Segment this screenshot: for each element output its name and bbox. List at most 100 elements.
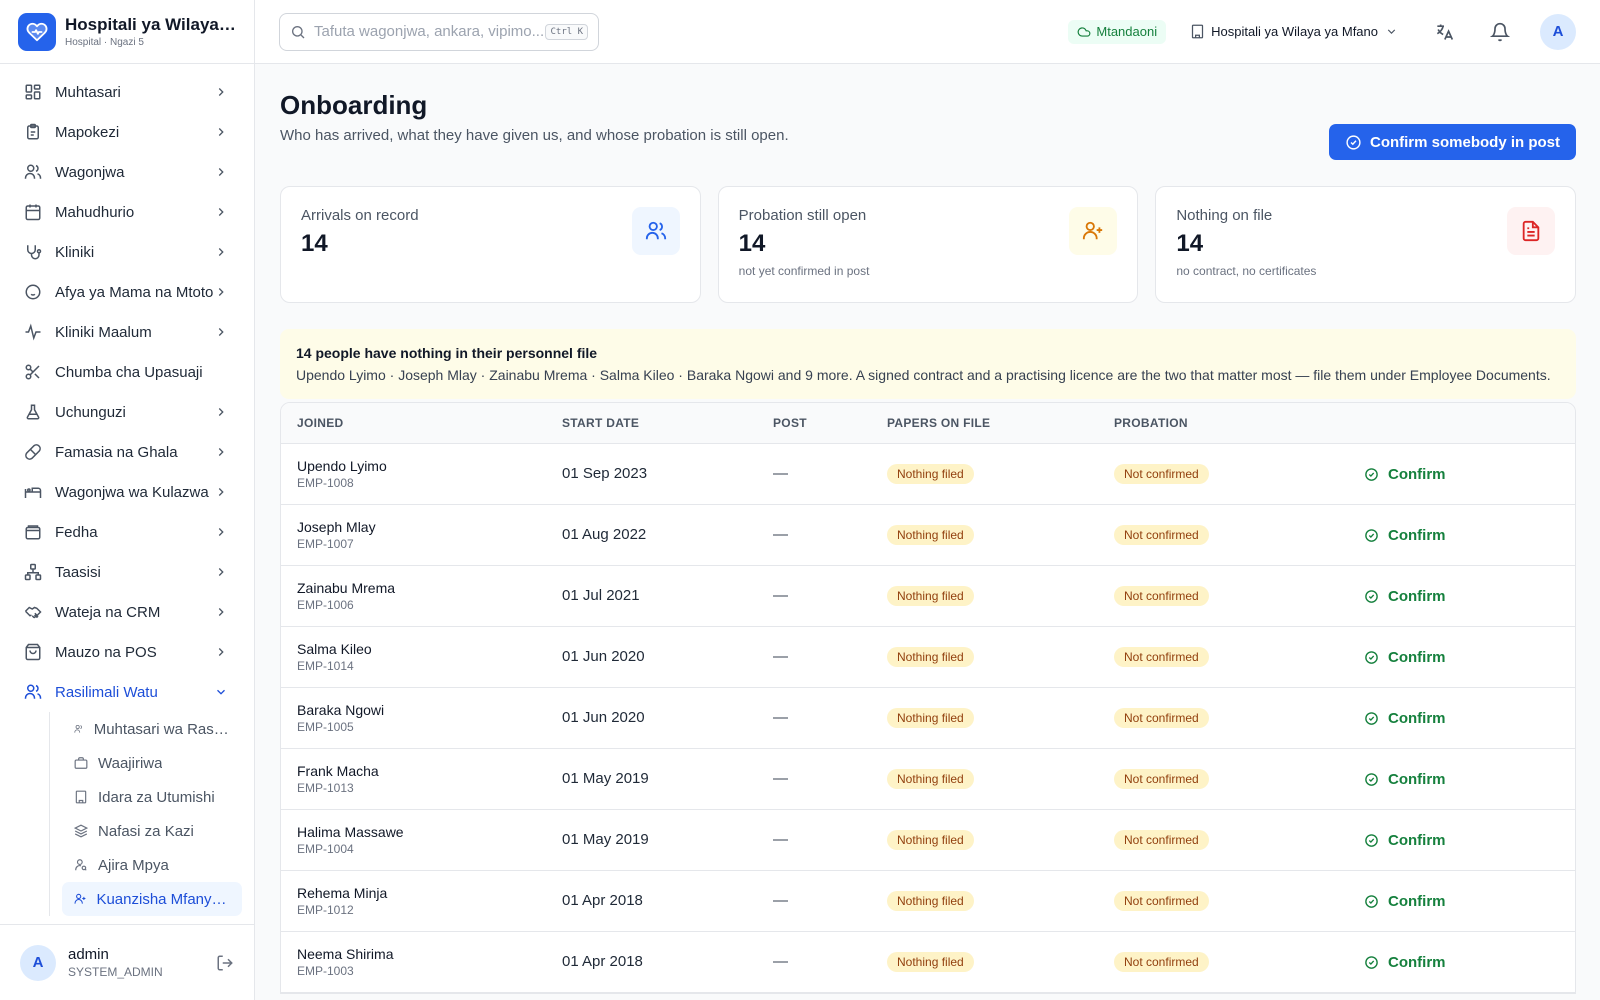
avatar[interactable]: A — [20, 944, 56, 981]
check-circle-icon — [1346, 134, 1361, 150]
alert-body: Upendo Lyimo · Joseph Mlay · Zainabu Mre… — [296, 367, 1551, 383]
column-header-start-date[interactable]: Start date — [562, 416, 773, 430]
confirm-button[interactable]: Confirm — [1364, 954, 1575, 971]
confirm-button[interactable]: Confirm — [1364, 466, 1575, 483]
employee-name[interactable]: Rehema Minja — [297, 885, 562, 901]
confirm-button[interactable]: Confirm — [1364, 710, 1575, 727]
confirm-button[interactable]: Confirm — [1364, 588, 1575, 605]
table-row[interactable]: Zainabu Mrema EMP-1006 01 Jul 2021 — Not… — [281, 566, 1575, 627]
subnav-item-kuanzisha-mfanyakazi[interactable]: Kuanzisha Mfanyakazi — [62, 882, 242, 916]
employee-name[interactable]: Upendo Lyimo — [297, 458, 562, 474]
employee-name[interactable]: Frank Macha — [297, 763, 562, 779]
sidebar-item-kliniki[interactable]: Kliniki — [12, 232, 242, 272]
probation-badge: Not confirmed — [1114, 525, 1209, 545]
subnav-item-ajira-mpya[interactable]: Ajira Mpya — [62, 848, 242, 882]
facility-switcher[interactable]: Hospitali ya Wilaya ya Mfano — [1190, 24, 1398, 39]
table-row[interactable]: Neema Shirima EMP-1003 01 Apr 2018 — Not… — [281, 932, 1575, 993]
column-header-papers[interactable]: Papers on file — [887, 416, 1114, 430]
table-row[interactable]: Rehema Minja EMP-1012 01 Apr 2018 — Noth… — [281, 871, 1575, 932]
stat-label: Arrivals on record — [301, 207, 419, 224]
stat-value: 14 — [1176, 230, 1204, 257]
sidebar-item-rasilimali-watu[interactable]: Rasilimali Watu — [12, 672, 242, 712]
stat-cards: Arrivals on record 14 Probation still op… — [280, 186, 1577, 303]
pill-icon — [25, 444, 41, 460]
search-icon — [292, 25, 305, 38]
subnav-item-label: Idara za Utumishi — [98, 788, 215, 806]
connection-status: Mtandaoni — [1068, 19, 1167, 44]
probation-badge: Not confirmed — [1114, 708, 1209, 728]
shortcut-hint: Ctrl K — [545, 23, 588, 40]
sidebar-item-wateja-crm[interactable]: Wateja na CRM — [12, 592, 242, 632]
brand[interactable]: Hospitali ya Wilaya ya Mfano Hospital · … — [0, 0, 254, 64]
employee-name[interactable]: Joseph Mlay — [297, 519, 562, 535]
column-header-post[interactable]: Post — [773, 416, 887, 430]
check-circle-icon — [1365, 955, 1378, 969]
subnav-item-waajiriwa[interactable]: Waajiriwa — [62, 746, 242, 780]
subnav-item-idara[interactable]: Idara za Utumishi — [62, 780, 242, 814]
user-avatar[interactable]: A — [1540, 13, 1576, 50]
users-icon — [24, 164, 42, 179]
user-name: admin — [68, 946, 109, 963]
column-header-joined[interactable]: Joined — [297, 416, 562, 430]
bed-icon — [24, 487, 42, 498]
search-box[interactable]: Ctrl K — [279, 12, 599, 51]
sidebar-item-muhtasari[interactable]: Muhtasari — [12, 72, 242, 112]
sidebar-item-afya-mama-mtoto[interactable]: Afya ya Mama na Mtoto — [12, 272, 242, 312]
chevron-right-icon — [218, 488, 224, 496]
sidebar-item-uchunguzi[interactable]: Uchunguzi — [12, 392, 242, 432]
sidebar-item-mapokezi[interactable]: Mapokezi — [12, 112, 242, 152]
probation-badge: Not confirmed — [1114, 891, 1209, 911]
language-icon[interactable] — [1434, 22, 1454, 42]
check-circle-icon — [1365, 772, 1378, 786]
sidebar-item-kliniki-maalum[interactable]: Kliniki Maalum — [12, 312, 242, 352]
subnav-item-muhtasari-rasilimali[interactable]: Muhtasari wa Rasilimali Watu — [62, 712, 242, 746]
employee-name[interactable]: Salma Kileo — [297, 641, 562, 657]
stat-value: 14 — [738, 230, 766, 257]
employee-name[interactable]: Zainabu Mrema — [297, 580, 562, 596]
table-row[interactable]: Joseph Mlay EMP-1007 01 Aug 2022 — Nothi… — [281, 505, 1575, 566]
sidebar-item-kulazwa[interactable]: Wagonjwa wa Kulazwa — [12, 472, 242, 512]
sidebar-item-fedha[interactable]: Fedha — [12, 512, 242, 552]
check-circle-icon — [1365, 528, 1378, 542]
post-value: — — [773, 648, 788, 665]
employee-name[interactable]: Baraka Ngowi — [297, 702, 562, 718]
stat-card-nothing-on-file: Nothing on file 14 no contract, no certi… — [1155, 186, 1577, 303]
sidebar-item-label: Famasia na Ghala — [55, 443, 178, 461]
sidebar-item-chumba-upasuaji[interactable]: Chumba cha Upasuaji — [12, 352, 242, 392]
confirm-in-post-button[interactable]: Confirm somebody in post — [1328, 124, 1576, 160]
confirm-button[interactable]: Confirm — [1364, 771, 1575, 788]
sidebar-item-mahudhurio[interactable]: Mahudhurio — [12, 192, 242, 232]
sidebar-item-taasisi[interactable]: Taasisi — [12, 552, 242, 592]
sidebar-item-famasia[interactable]: Famasia na Ghala — [12, 432, 242, 472]
employee-name[interactable]: Halima Massawe — [297, 824, 562, 840]
sidebar-item-mauzo-pos[interactable]: Mauzo na POS — [12, 632, 242, 672]
table-row[interactable]: Baraka Ngowi EMP-1005 01 Jun 2020 — Noth… — [281, 688, 1575, 749]
table-row[interactable]: Salma Kileo EMP-1014 01 Jun 2020 — Nothi… — [281, 627, 1575, 688]
logout-icon[interactable] — [216, 954, 234, 972]
bell-icon[interactable] — [1490, 22, 1510, 42]
stat-card-arrivals: Arrivals on record 14 — [280, 186, 701, 303]
activity-icon — [25, 323, 41, 341]
confirm-button[interactable]: Confirm — [1364, 649, 1575, 666]
column-header-probation[interactable]: Probation — [1114, 416, 1364, 430]
baby-icon — [25, 284, 41, 300]
subnav-item-nafasi[interactable]: Nafasi za Kazi — [62, 814, 242, 848]
sidebar-item-wagonjwa[interactable]: Wagonjwa — [12, 152, 242, 192]
subnav-item-label: Nafasi za Kazi — [98, 822, 194, 840]
employee-id: EMP-1004 — [297, 842, 354, 856]
confirm-in-post-label: Confirm somebody in post — [1369, 133, 1560, 151]
table-row[interactable]: Halima Massawe EMP-1004 01 May 2019 — No… — [281, 810, 1575, 871]
papers-badge: Nothing filed — [887, 769, 974, 789]
confirm-button[interactable]: Confirm — [1364, 893, 1575, 910]
probation-badge: Not confirmed — [1114, 769, 1209, 789]
sidebar-item-label: Taasisi — [55, 563, 101, 581]
employee-name[interactable]: Neema Shirima — [297, 946, 562, 962]
employee-id: EMP-1003 — [297, 964, 354, 978]
stat-note: no contract, no certificates — [1176, 264, 1317, 278]
confirm-label: Confirm — [1388, 831, 1446, 849]
confirm-button[interactable]: Confirm — [1364, 832, 1575, 849]
search-input[interactable] — [314, 23, 546, 40]
table-row[interactable]: Frank Macha EMP-1013 01 May 2019 — Nothi… — [281, 749, 1575, 810]
table-row[interactable]: Upendo Lyimo EMP-1008 01 Sep 2023 — Noth… — [281, 444, 1575, 505]
confirm-button[interactable]: Confirm — [1364, 527, 1575, 544]
